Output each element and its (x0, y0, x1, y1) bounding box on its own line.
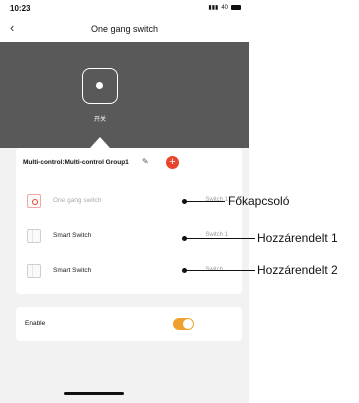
switch-icon (27, 229, 41, 243)
group-item-assigned-1[interactable]: Smart Switch Switch 1 (16, 221, 242, 251)
device-switch-button[interactable] (82, 68, 118, 104)
group-name: Multi-control:Multi-control Group1 (23, 159, 129, 166)
signal-icon: ▮▮▮ (208, 5, 219, 11)
callout-label-main: Főkapcsoló (228, 194, 290, 208)
switch-icon (27, 264, 41, 278)
switch-dot-icon (96, 82, 103, 89)
item-name: Smart Switch (53, 232, 92, 239)
enable-card: Enable (16, 307, 242, 341)
item-name: One gang switch (53, 197, 102, 204)
home-indicator (64, 392, 124, 395)
enable-label: Enable (25, 320, 46, 327)
multi-control-group-card: Multi-control:Multi-control Group1 ✎ + O… (16, 148, 242, 294)
device-label: 开关 (93, 117, 106, 123)
status-time: 10:23 (10, 4, 31, 13)
item-channel[interactable]: Switch 1 (205, 197, 228, 203)
group-header: Multi-control:Multi-control Group1 ✎ + (16, 148, 242, 178)
signal-label: 40 (221, 4, 228, 11)
item-name: Smart Switch (53, 267, 92, 274)
switch-icon (27, 194, 41, 208)
nav-bar: ‹ One gang switch (0, 16, 249, 42)
toggle-knob (183, 319, 193, 329)
plus-icon: + (169, 156, 176, 168)
add-device-button[interactable]: + (166, 156, 179, 169)
status-indicators: ▮▮▮ 40 (208, 4, 241, 11)
group-item-assigned-2[interactable]: Smart Switch Switch... (16, 256, 242, 286)
callout-line-main (185, 201, 225, 202)
hero-pointer (90, 137, 110, 148)
enable-toggle[interactable] (173, 318, 194, 330)
status-bar: 10:23 ▮▮▮ 40 (0, 0, 249, 16)
page-title: One gang switch (90, 24, 159, 34)
callout-line-assigned-2 (185, 270, 255, 271)
callout-label-assigned-2: Hozzárendelt 2 (257, 263, 338, 277)
edit-icon[interactable]: ✎ (142, 157, 149, 166)
battery-icon (231, 5, 241, 10)
callout-line-assigned-1 (185, 238, 255, 239)
device-hero: 开关 (0, 42, 249, 148)
callout-label-assigned-1: Hozzárendelt 1 (257, 231, 338, 245)
